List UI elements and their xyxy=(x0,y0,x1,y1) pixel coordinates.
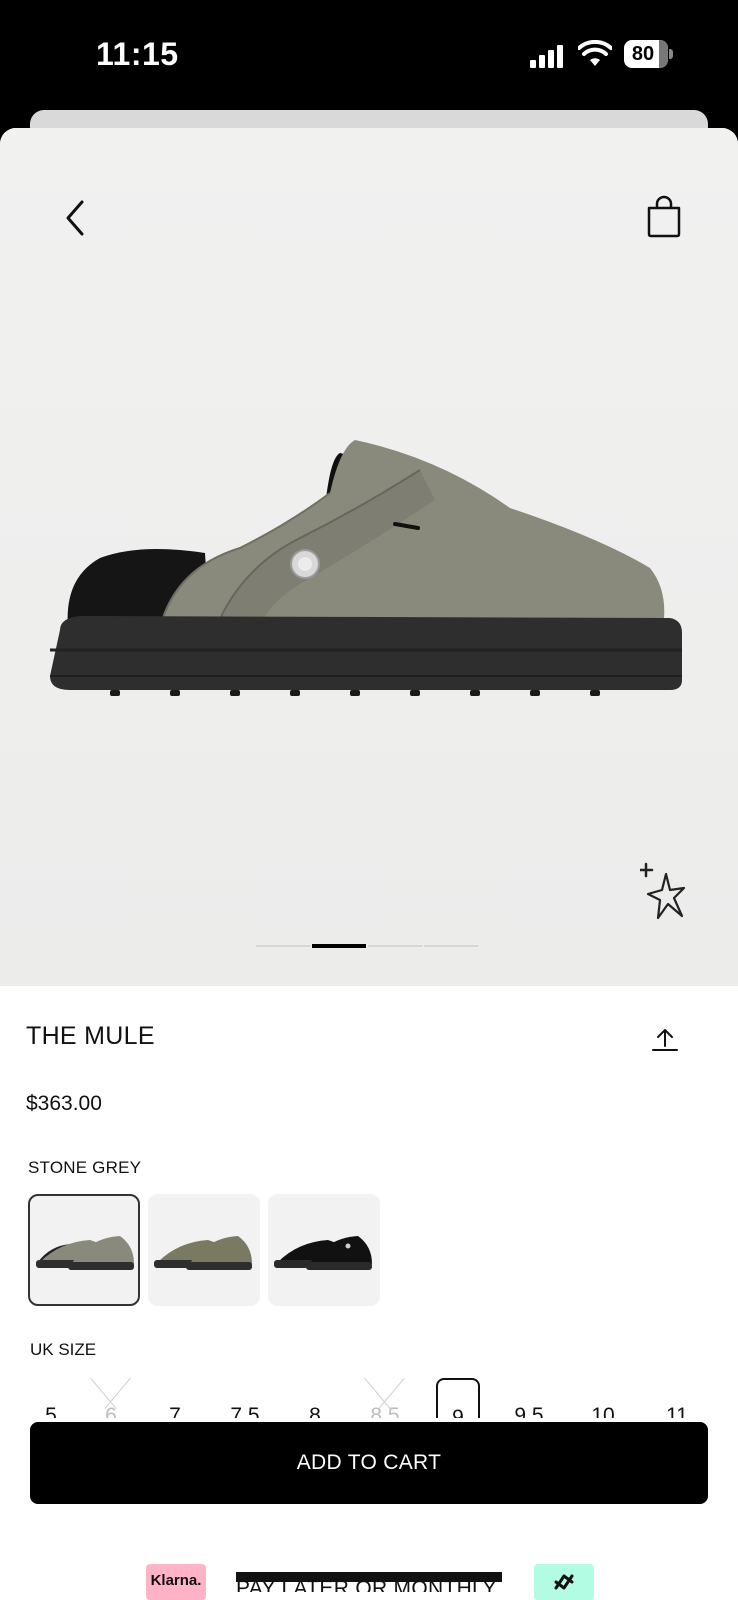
size-option[interactable]: 8 xyxy=(292,1378,338,1418)
status-time: 11:15 xyxy=(96,36,179,72)
wifi-icon xyxy=(578,40,612,66)
product-image xyxy=(50,440,682,696)
swatch-image xyxy=(274,1236,372,1270)
size-selector: 5 6 7 7.5 8 8.5 9 9.5 10 11 xyxy=(0,1378,738,1418)
product-price: $363.00 xyxy=(26,1092,102,1115)
swatch-image xyxy=(154,1236,252,1270)
product-sheet: THE MULE $363.00 STONE GREY UK SIZE 5 6 … xyxy=(0,128,738,1600)
size-option-selected[interactable]: 9 xyxy=(436,1378,480,1418)
size-option[interactable]: 9.5 xyxy=(506,1378,552,1418)
swatch-black[interactable] xyxy=(268,1194,380,1306)
battery-level: 80 xyxy=(631,43,655,65)
status-bar: 11:15 80 xyxy=(0,0,738,110)
size-option[interactable]: 7.5 xyxy=(222,1378,268,1418)
share-icon[interactable] xyxy=(650,1024,680,1054)
swatch-image xyxy=(36,1236,134,1270)
size-option[interactable]: 10 xyxy=(580,1378,626,1418)
size-option-unavailable[interactable]: 8.5 xyxy=(362,1378,408,1418)
cellular-signal-icon xyxy=(530,44,564,68)
swatch-stone-grey[interactable] xyxy=(28,1194,140,1306)
size-option[interactable]: 5 xyxy=(28,1378,74,1418)
product-title: THE MULE xyxy=(26,1022,155,1050)
sparkle-icon[interactable] xyxy=(640,860,692,926)
shopping-bag-icon[interactable] xyxy=(644,194,684,238)
color-name: STONE GREY xyxy=(28,1158,142,1177)
add-to-cart-button[interactable]: ADD TO CART xyxy=(30,1422,708,1504)
klarna-logo: Klarna. xyxy=(146,1564,206,1600)
swatch-olive[interactable] xyxy=(148,1194,260,1306)
back-chevron-icon[interactable] xyxy=(58,198,94,238)
size-label: UK SIZE xyxy=(30,1340,97,1359)
product-image-gallery[interactable] xyxy=(0,128,738,986)
image-pagination xyxy=(256,944,482,948)
battery-icon: 80 xyxy=(624,40,673,68)
afterpay-logo xyxy=(534,1564,594,1600)
pay-later-overlay xyxy=(236,1572,502,1582)
size-option[interactable]: 7 xyxy=(152,1378,198,1418)
size-option-unavailable[interactable]: 6 xyxy=(88,1378,134,1418)
size-option[interactable]: 11 xyxy=(654,1378,700,1418)
afterpay-arrows-icon xyxy=(554,1574,574,1590)
